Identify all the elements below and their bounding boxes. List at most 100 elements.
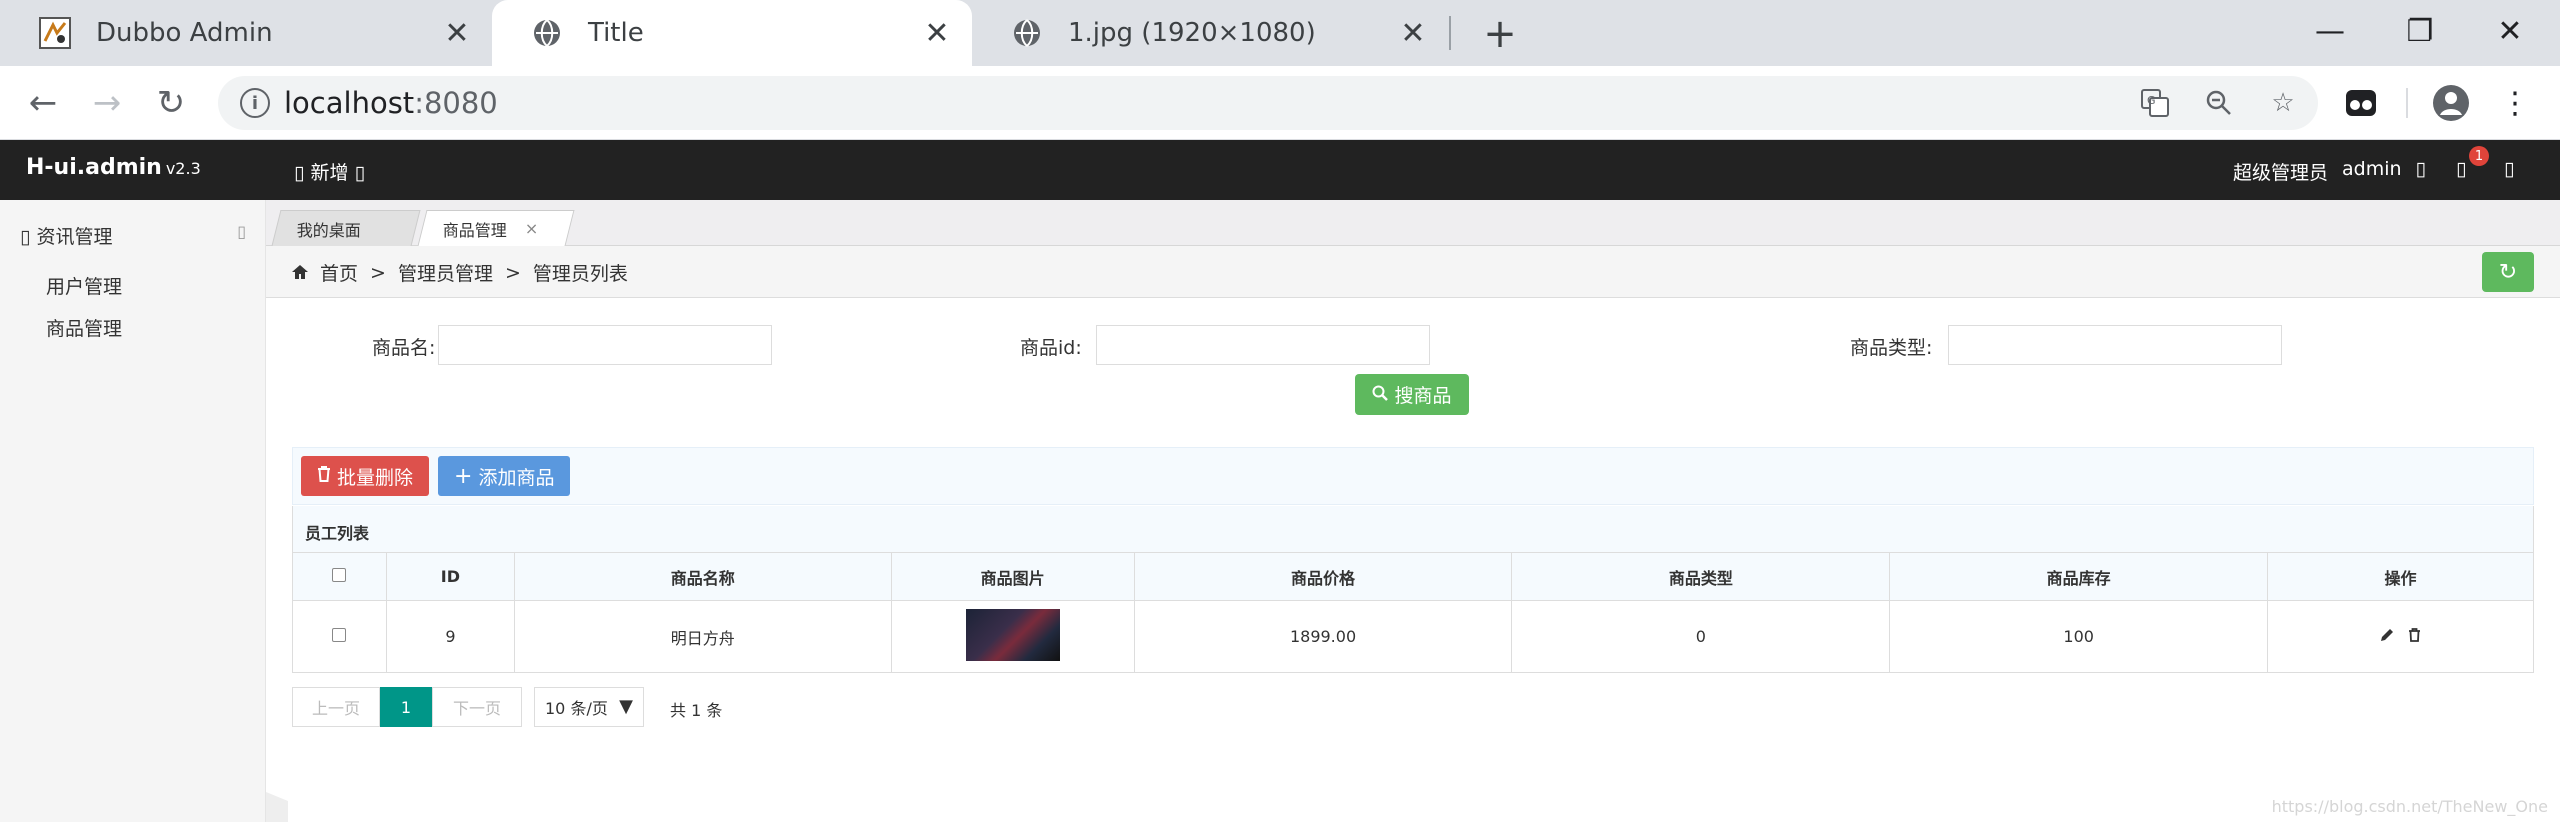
zoom-out-icon[interactable] [2202,86,2236,120]
product-id-input[interactable] [1096,325,1430,365]
toolbar-separator [2406,88,2408,118]
profile-avatar-icon[interactable] [2428,80,2474,126]
pagination-next[interactable]: 下一页 [432,687,522,727]
user-name: admin [2341,158,2402,180]
translate-icon[interactable]: G [2138,86,2172,120]
url-text[interactable]: localhost:8080 [284,86,498,120]
watermark: https://blog.csdn.net/TheNew_One [2271,797,2548,816]
logo[interactable]: H-ui.admin v2.3 [26,155,201,180]
cell-name: 明日方舟 [513,600,892,673]
pagination-page-1[interactable]: 1 [380,687,432,727]
column-header-type: 商品类型 [1511,552,1891,601]
column-header-stock: 商品库存 [1889,552,2269,601]
cell-actions [2267,600,2534,673]
globe-icon [1010,16,1044,50]
delete-trash-icon[interactable] [2408,627,2421,646]
sidebar-item-users[interactable]: 用户管理 [46,272,122,299]
tab-desktop[interactable]: 我的桌面 [271,210,421,246]
caret-down-icon: ▼ [619,696,633,717]
refresh-button[interactable]: ↻ [2482,252,2534,292]
tab-label: 我的桌面 [296,220,361,240]
new-dropdown-button[interactable]: ▯ 新增 ▯ [294,158,365,185]
batch-delete-label: 批量删除 [337,466,414,489]
new-tab-plus-icon[interactable]: + [1478,11,1522,57]
row-checkbox[interactable] [332,628,347,642]
browser-tab-title-page[interactable]: Title ✕ [492,0,972,66]
message-bell-icon[interactable]: ▯ [2456,158,2466,180]
breadcrumb-separator: > [370,261,386,284]
url-port: :8080 [414,86,498,120]
extension-icon[interactable] [2338,80,2384,126]
forward-arrow-icon[interactable]: → [84,80,130,126]
back-arrow-icon[interactable]: ← [20,80,66,126]
page-tab-bar: 我的桌面 商品管理 × [266,200,2560,246]
column-header-id: ID [385,552,515,601]
page-size-value: 10 条/页 [545,699,608,718]
trash-icon [317,465,331,487]
tab-products[interactable]: 商品管理 × [417,210,575,246]
user-role: 超级管理员 [2232,162,2328,184]
sidebar-group-label: 资讯管理 [36,226,113,248]
reload-icon[interactable]: ↻ [148,80,194,126]
caret-down-icon: ▯ [354,162,366,184]
restore-icon[interactable]: ❐ [2375,4,2465,58]
select-all-cell [292,552,387,601]
sidebar-item-products[interactable]: 商品管理 [46,314,122,341]
close-tab-icon[interactable]: ✕ [438,14,476,52]
svg-text:G: G [2147,94,2156,107]
add-product-label: 添加商品 [478,466,555,489]
close-tab-icon[interactable]: ✕ [918,14,956,52]
search-products-button[interactable]: 搜商品 [1355,374,1469,415]
menu-icon: ▯ [294,162,305,184]
minimize-icon[interactable]: — [2285,4,2375,58]
star-bookmark-icon[interactable]: ☆ [2266,86,2300,120]
skin-switch-icon[interactable]: ▯ [2504,158,2514,180]
browser-tab-title: Dubbo Admin [96,18,273,48]
breadcrumb-level1[interactable]: 管理员管理 [398,259,493,286]
products-table: ID 商品名称 商品图片 商品价格 商品类型 商品库存 操作 9 明日方舟 18… [292,552,2534,673]
breadcrumb: 首页 > 管理员管理 > 管理员列表 [292,259,628,286]
chevron-icon: ▯ [237,222,246,241]
select-all-checkbox[interactable] [332,568,347,582]
folder-icon: ▯ [20,226,31,248]
breadcrumb-level2: 管理员列表 [532,263,628,285]
product-type-input[interactable] [1948,325,2282,365]
window-close-icon[interactable]: ✕ [2465,4,2555,58]
batch-delete-button[interactable]: 批量删除 [301,456,430,496]
home-icon [292,262,308,284]
browser-menu-kebab-icon[interactable]: ⋮ [2492,80,2538,126]
tab-label: 商品管理 [442,220,507,240]
column-header-price: 商品价格 [1133,552,1513,601]
breadcrumb-home[interactable]: 首页 [320,259,358,286]
browser-tab-image[interactable]: 1.jpg (1920×1080) ✕ [972,0,1448,66]
search-icon [1372,384,1389,406]
page-size-select[interactable]: 10 条/页 ▼ [534,687,644,727]
globe-icon [530,16,564,50]
browser-tab-dubbo-admin[interactable]: Dubbo Admin ✕ [0,0,492,66]
column-header-name: 商品名称 [513,552,892,601]
sidebar-group-news[interactable]: ▯ 资讯管理 ▯ [20,222,246,249]
cell-stock: 100 [1889,600,2269,673]
cell-price: 1899.00 [1133,600,1513,673]
product-name-input[interactable] [438,325,772,365]
cell-type: 0 [1511,600,1891,673]
cell-image [890,600,1135,673]
close-tab-icon[interactable]: ✕ [1394,14,1432,52]
edit-pencil-icon[interactable] [2380,627,2399,646]
product-thumbnail[interactable] [965,608,1060,661]
browser-tab-title: Title [588,18,644,48]
sidebar: ▯ 资讯管理 ▯ 用户管理 商品管理 [0,200,266,822]
add-product-button[interactable]: + 添加商品 [438,456,571,496]
browser-tab-title: 1.jpg (1920×1080) [1068,18,1316,48]
site-info-icon[interactable]: i [240,88,270,118]
sidebar-toggle-handle[interactable] [266,792,288,822]
product-type-label: 商品类型: [1850,337,1933,359]
tab-separator [1449,16,1451,50]
pagination-prev[interactable]: 上一页 [292,687,380,727]
product-name-label: 商品名: [372,337,436,359]
action-toolbar: 批量删除 + 添加商品 [292,447,2534,505]
close-tab-icon[interactable]: × [525,219,538,238]
omnibox[interactable]: i localhost:8080 G ☆ [218,76,2318,130]
user-menu[interactable]: 超级管理员 admin ▯ [2233,158,2426,185]
column-header-image: 商品图片 [890,552,1135,601]
